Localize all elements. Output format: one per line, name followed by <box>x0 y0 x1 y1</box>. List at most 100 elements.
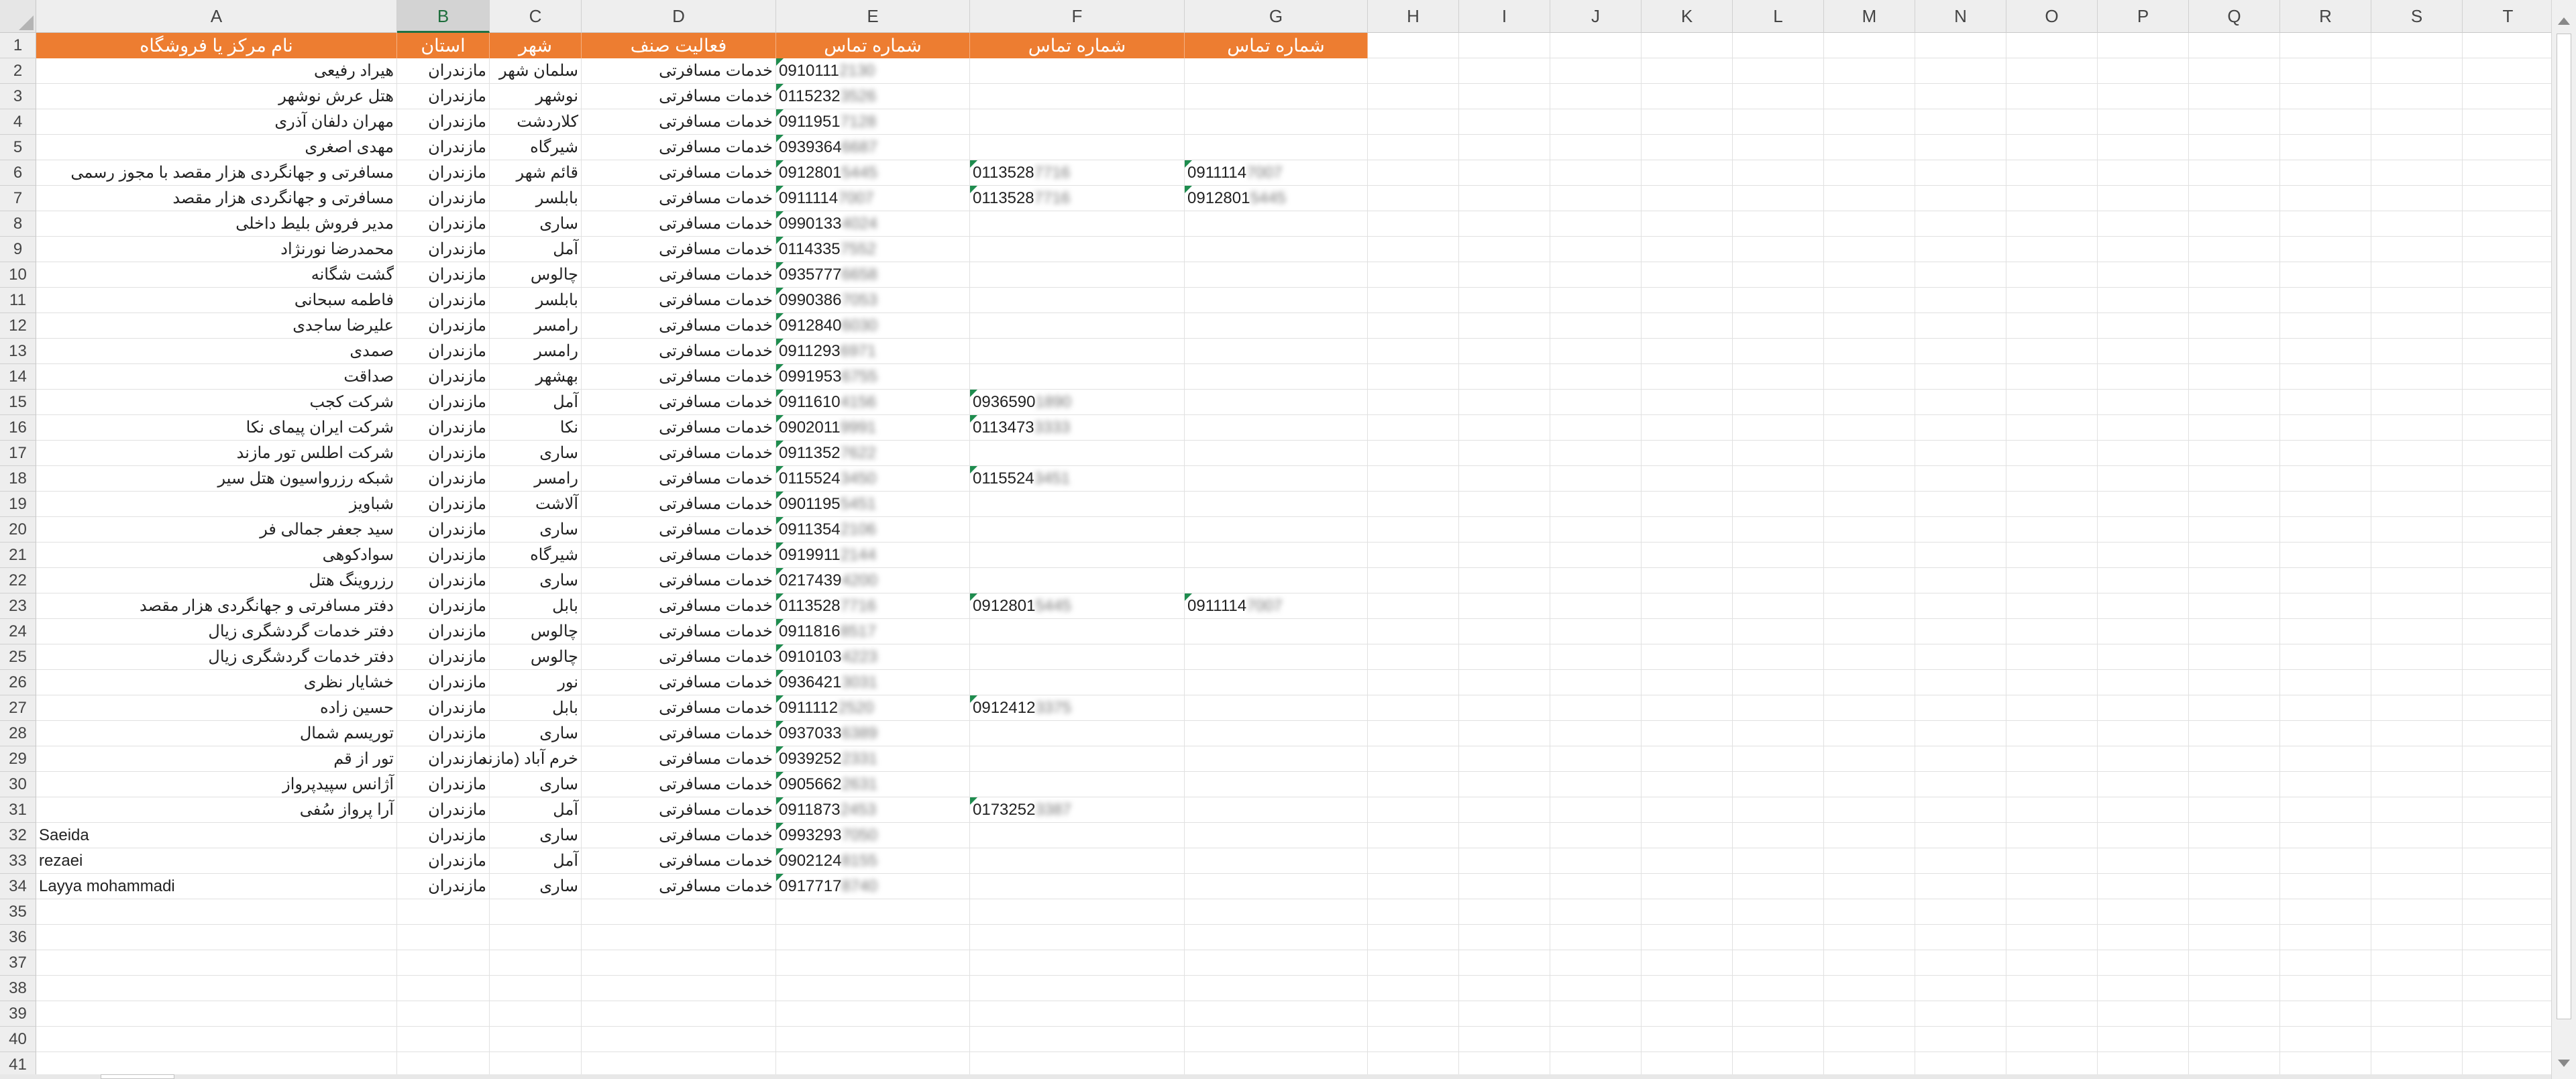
cell[interactable] <box>1915 517 2006 543</box>
cell-city[interactable]: نوشهر <box>490 84 582 109</box>
cell[interactable] <box>1915 823 2006 848</box>
cell-activity[interactable]: خدمات مسافرتی <box>582 58 776 84</box>
row-header[interactable]: 8 <box>0 211 36 237</box>
cell[interactable] <box>1459 441 1550 466</box>
cell[interactable] <box>2098 237 2189 262</box>
cell[interactable] <box>2280 441 2371 466</box>
cell[interactable] <box>1459 84 1550 109</box>
cell-province[interactable]: مازندران <box>397 186 490 211</box>
cell[interactable] <box>1368 593 1459 619</box>
cell[interactable] <box>1915 772 2006 797</box>
cell-province[interactable]: مازندران <box>397 390 490 415</box>
cell[interactable] <box>2371 746 2463 772</box>
header-cell-a[interactable]: نام مرکز یا فروشگاه <box>36 33 397 58</box>
cell-activity[interactable]: خدمات مسافرتی <box>582 721 776 746</box>
cell[interactable] <box>776 976 970 1001</box>
cell[interactable] <box>2098 874 2189 899</box>
cell[interactable] <box>1824 288 1915 313</box>
cell[interactable] <box>1824 950 1915 976</box>
cell[interactable] <box>2280 644 2371 670</box>
cell[interactable] <box>2463 492 2551 517</box>
cell-province[interactable]: مازندران <box>397 517 490 543</box>
cell[interactable] <box>1550 517 1642 543</box>
cell-activity[interactable]: خدمات مسافرتی <box>582 695 776 721</box>
cell[interactable] <box>1915 976 2006 1001</box>
cell[interactable] <box>2098 593 2189 619</box>
cell[interactable] <box>2371 848 2463 874</box>
cell[interactable] <box>1824 84 1915 109</box>
cell-phone-2[interactable] <box>970 237 1185 262</box>
cell-province[interactable]: مازندران <box>397 721 490 746</box>
cell-activity[interactable]: خدمات مسافرتی <box>582 797 776 823</box>
cell[interactable] <box>1550 288 1642 313</box>
cell[interactable] <box>1824 619 1915 644</box>
cell[interactable] <box>490 976 582 1001</box>
cell[interactable] <box>2371 772 2463 797</box>
cell[interactable] <box>2006 262 2098 288</box>
cell[interactable] <box>1642 695 1733 721</box>
cell[interactable] <box>1824 695 1915 721</box>
cell[interactable] <box>1368 695 1459 721</box>
row-header[interactable]: 1 <box>0 33 36 58</box>
cell[interactable] <box>2463 58 2551 84</box>
cell[interactable] <box>1733 593 1824 619</box>
cell[interactable] <box>1642 186 1733 211</box>
cell[interactable] <box>1642 160 1733 186</box>
cell[interactable] <box>1459 415 1550 441</box>
cell-activity[interactable]: خدمات مسافرتی <box>582 543 776 568</box>
cell[interactable] <box>2189 1001 2280 1027</box>
row-header[interactable]: 12 <box>0 313 36 339</box>
cell[interactable] <box>1368 33 1459 58</box>
cell[interactable] <box>1733 441 1824 466</box>
spreadsheet-grid[interactable]: A B C D E F G H I J K L M N O P Q R S T 1 2 3 4 5 6 7 8 9 10 11 12 13 14 1… <box>0 0 2551 1079</box>
row-header[interactable]: 30 <box>0 772 36 797</box>
cell[interactable] <box>2280 848 2371 874</box>
cell[interactable] <box>1550 1001 1642 1027</box>
cell[interactable] <box>1824 160 1915 186</box>
header-cell-d[interactable]: فعالیت صنف <box>582 33 776 58</box>
cell[interactable] <box>1824 390 1915 415</box>
cell[interactable] <box>1733 58 1824 84</box>
cell[interactable] <box>2006 288 2098 313</box>
cell[interactable] <box>2189 441 2280 466</box>
cell[interactable] <box>1642 339 1733 364</box>
cell[interactable] <box>2280 695 2371 721</box>
cell[interactable] <box>2098 1001 2189 1027</box>
cell[interactable] <box>1733 415 1824 441</box>
cell[interactable] <box>1459 135 1550 160</box>
cell[interactable] <box>2006 695 2098 721</box>
cell-phone-1[interactable]: 09118168517 <box>776 619 970 644</box>
cell-name[interactable]: مهدی اصغری <box>36 135 397 160</box>
cell[interactable] <box>1550 721 1642 746</box>
cell[interactable] <box>2098 339 2189 364</box>
cell[interactable] <box>2189 772 2280 797</box>
cell[interactable] <box>1915 1027 2006 1052</box>
cell[interactable] <box>1550 313 1642 339</box>
cell-activity[interactable]: خدمات مسافرتی <box>582 364 776 390</box>
cell[interactable] <box>2280 466 2371 492</box>
cell[interactable] <box>1550 619 1642 644</box>
cell[interactable] <box>2371 950 2463 976</box>
column-header-p[interactable]: P <box>2098 0 2189 33</box>
cell[interactable] <box>2371 1001 2463 1027</box>
cell-phone-1[interactable]: 09021248155 <box>776 848 970 874</box>
cell[interactable] <box>1550 492 1642 517</box>
cell[interactable] <box>1733 848 1824 874</box>
cell-activity[interactable]: خدمات مسافرتی <box>582 441 776 466</box>
cell[interactable] <box>1459 1001 1550 1027</box>
cell[interactable] <box>1550 874 1642 899</box>
cell[interactable] <box>1459 670 1550 695</box>
cell[interactable] <box>2189 517 2280 543</box>
cell-phone-3[interactable] <box>1185 670 1368 695</box>
cell[interactable] <box>2463 644 2551 670</box>
cell[interactable] <box>1915 466 2006 492</box>
cell-phone-3[interactable] <box>1185 364 1368 390</box>
cell[interactable] <box>1368 313 1459 339</box>
row-header[interactable]: 37 <box>0 950 36 976</box>
cell[interactable] <box>1642 211 1733 237</box>
cell[interactable] <box>1915 874 2006 899</box>
cell[interactable] <box>36 899 397 925</box>
cell-phone-3[interactable] <box>1185 695 1368 721</box>
cell-phone-3[interactable] <box>1185 339 1368 364</box>
row-header[interactable]: 32 <box>0 823 36 848</box>
